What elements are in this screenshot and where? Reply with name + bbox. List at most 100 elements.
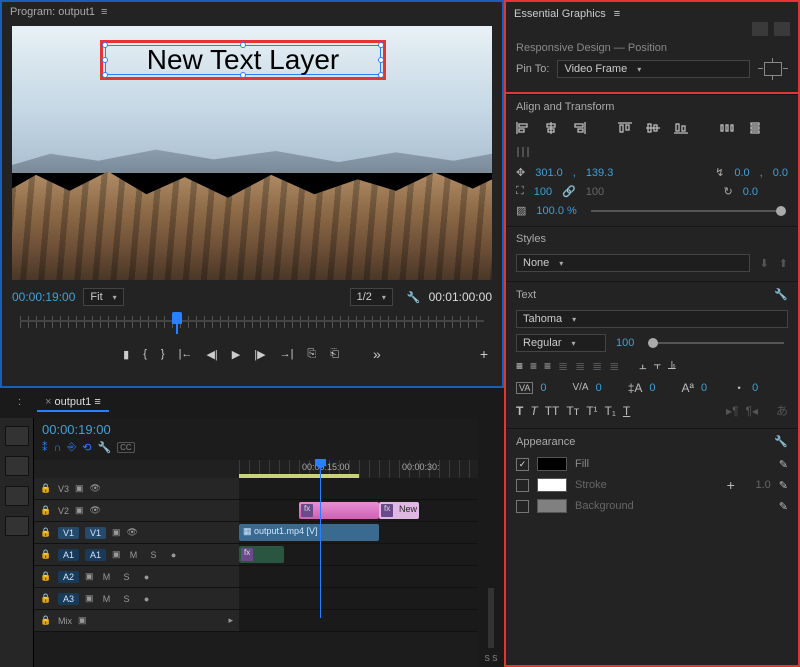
program-scrubber[interactable] xyxy=(12,312,492,338)
tool-button[interactable] xyxy=(5,516,29,536)
program-panel-menu-icon[interactable]: ≡ xyxy=(101,6,109,18)
tool-button[interactable] xyxy=(5,426,29,446)
track-header-v3[interactable]: 🔒 V3 ▣ 👁 xyxy=(34,478,239,499)
opacity-slider[interactable] xyxy=(591,210,784,212)
resize-handle[interactable] xyxy=(378,57,384,63)
audio-clip[interactable]: fx xyxy=(239,546,284,563)
expand-track-icon[interactable]: ▸ xyxy=(228,615,233,626)
toggle-output-icon[interactable]: ▣ xyxy=(75,505,84,516)
cc-icon[interactable]: CC xyxy=(117,442,135,453)
video-clip[interactable]: ▦ output1.mp4 [V] xyxy=(239,524,379,541)
toggle-output-icon[interactable]: ▣ xyxy=(78,615,87,626)
push-style-icon[interactable]: ⬇ xyxy=(760,257,769,270)
stroke-checkbox[interactable] xyxy=(516,479,529,492)
align-left-icon[interactable] xyxy=(516,122,534,136)
ltr-icon[interactable]: ▸¶ xyxy=(726,404,738,418)
align-top-icon[interactable] xyxy=(618,122,636,136)
styles-dropdown[interactable]: None xyxy=(516,254,750,272)
text-justify-last-center-icon[interactable]: ≣ xyxy=(575,359,585,373)
voiceover-icon[interactable]: ● xyxy=(140,572,154,582)
align-right-icon[interactable] xyxy=(572,122,590,136)
resize-handle[interactable] xyxy=(102,72,108,78)
distribute-h-icon[interactable] xyxy=(720,122,738,136)
new-layer-icon[interactable] xyxy=(752,22,768,36)
anchor-y[interactable]: 0.0 xyxy=(773,167,788,179)
voiceover-icon[interactable]: ● xyxy=(167,550,181,560)
toggle-visibility-icon[interactable]: 👁 xyxy=(127,527,138,538)
track-label-target[interactable]: A2 xyxy=(58,571,79,583)
lock-icon[interactable]: 🔒 xyxy=(40,593,52,604)
tool-button[interactable] xyxy=(5,456,29,476)
add-stroke-icon[interactable]: + xyxy=(727,477,735,493)
panel-menu-icon[interactable]: ≡ xyxy=(614,8,620,20)
text-justify-last-left-icon[interactable]: ≣ xyxy=(558,359,568,373)
lock-icon[interactable]: 🔒 xyxy=(40,527,52,538)
eyedropper-icon[interactable]: ✎ xyxy=(779,479,788,492)
fill-checkbox[interactable]: ✓ xyxy=(516,458,529,471)
pin-to-dropdown[interactable]: Video Frame xyxy=(557,60,750,78)
lock-icon[interactable]: 🔒 xyxy=(40,505,52,516)
font-family-dropdown[interactable]: Tahoma xyxy=(516,310,788,328)
faux-italic-icon[interactable]: T xyxy=(530,404,537,418)
toggle-output-icon[interactable]: ▣ xyxy=(112,527,121,538)
tsume-value[interactable]: 0 xyxy=(752,382,758,394)
pull-style-icon[interactable]: ⬆ xyxy=(779,257,788,270)
position-x[interactable]: 301.0 xyxy=(535,167,563,179)
position-y[interactable]: 139.3 xyxy=(586,167,614,179)
text-settings-wrench-icon[interactable]: 🔧 xyxy=(774,288,788,301)
toggle-output-icon[interactable]: ▣ xyxy=(75,483,84,494)
background-swatch[interactable] xyxy=(537,499,567,513)
track-label-target[interactable]: A1 xyxy=(85,549,106,561)
leading-value[interactable]: 0 xyxy=(649,382,655,394)
fill-swatch[interactable] xyxy=(537,457,567,471)
toggle-output-icon[interactable]: ▣ xyxy=(85,571,94,582)
tategaki-icon[interactable]: あ xyxy=(776,402,788,419)
mute-button[interactable]: M xyxy=(100,572,114,582)
timeline-tab-collapsed[interactable]: : xyxy=(10,394,29,412)
track-label-source[interactable]: V1 xyxy=(58,527,79,539)
text-align-center-icon[interactable]: ≡ xyxy=(530,359,537,373)
playhead[interactable] xyxy=(172,312,182,334)
play-icon[interactable]: ▶ xyxy=(232,348,240,361)
resolution-dropdown[interactable]: 1/2 xyxy=(350,288,393,306)
align-h-center-icon[interactable] xyxy=(544,122,562,136)
group-icon[interactable] xyxy=(774,22,790,36)
more-controls-icon[interactable]: » xyxy=(373,346,381,362)
text-justify-last-right-icon[interactable]: ≣ xyxy=(592,359,602,373)
lock-icon[interactable]: 🔒 xyxy=(40,549,52,560)
track-label-target[interactable]: V1 xyxy=(85,527,106,539)
text-align-left-icon[interactable]: ≡ xyxy=(516,359,523,373)
mute-button[interactable]: M xyxy=(100,594,114,604)
tool-button[interactable] xyxy=(5,486,29,506)
extract-icon[interactable]: ⎗ xyxy=(330,348,339,361)
track-header-a3[interactable]: 🔒 A3 ▣ M S ● xyxy=(34,588,239,609)
background-checkbox[interactable] xyxy=(516,500,529,513)
tracking-value[interactable]: 0 xyxy=(540,382,546,394)
track-header-a1[interactable]: 🔒 A1 A1 ▣ M S ● xyxy=(34,544,239,565)
faux-bold-icon[interactable]: T xyxy=(516,404,523,418)
timeline-playhead[interactable] xyxy=(320,460,321,618)
toggle-output-icon[interactable]: ▣ xyxy=(85,593,94,604)
solo-button[interactable]: S xyxy=(120,572,134,582)
baseline-value[interactable]: 0 xyxy=(701,382,707,394)
lock-icon[interactable]: 🔒 xyxy=(40,615,52,626)
eyedropper-icon[interactable]: ✎ xyxy=(779,500,788,513)
timeline-tab-active[interactable]: × output1 ≡ xyxy=(37,394,109,412)
mark-in-bracket-icon[interactable]: { xyxy=(143,348,147,360)
mark-out-bracket-icon[interactable]: } xyxy=(161,348,165,360)
track-header-mix[interactable]: 🔒 Mix ▣ ▸ xyxy=(34,610,239,631)
voiceover-icon[interactable]: ● xyxy=(140,594,154,604)
align-bottom-icon[interactable] xyxy=(674,122,692,136)
kerning-value[interactable]: 0 xyxy=(596,382,602,394)
opacity-value[interactable]: 100.0 % xyxy=(536,205,576,217)
go-to-out-icon[interactable]: →| xyxy=(280,348,294,360)
zoom-fit-dropdown[interactable]: Fit xyxy=(83,288,123,306)
timeline-timecode[interactable]: 00:00:19:00 xyxy=(42,422,111,437)
superscript-icon[interactable]: T¹ xyxy=(586,404,597,418)
font-size-slider[interactable] xyxy=(648,342,784,344)
marker-icon[interactable]: ⎆ xyxy=(67,441,76,454)
button-editor-plus-icon[interactable]: + xyxy=(480,346,488,362)
lift-icon[interactable]: ⎘ xyxy=(307,348,316,361)
align-v-center-icon[interactable] xyxy=(646,122,664,136)
step-back-icon[interactable]: ◀| xyxy=(206,348,217,361)
